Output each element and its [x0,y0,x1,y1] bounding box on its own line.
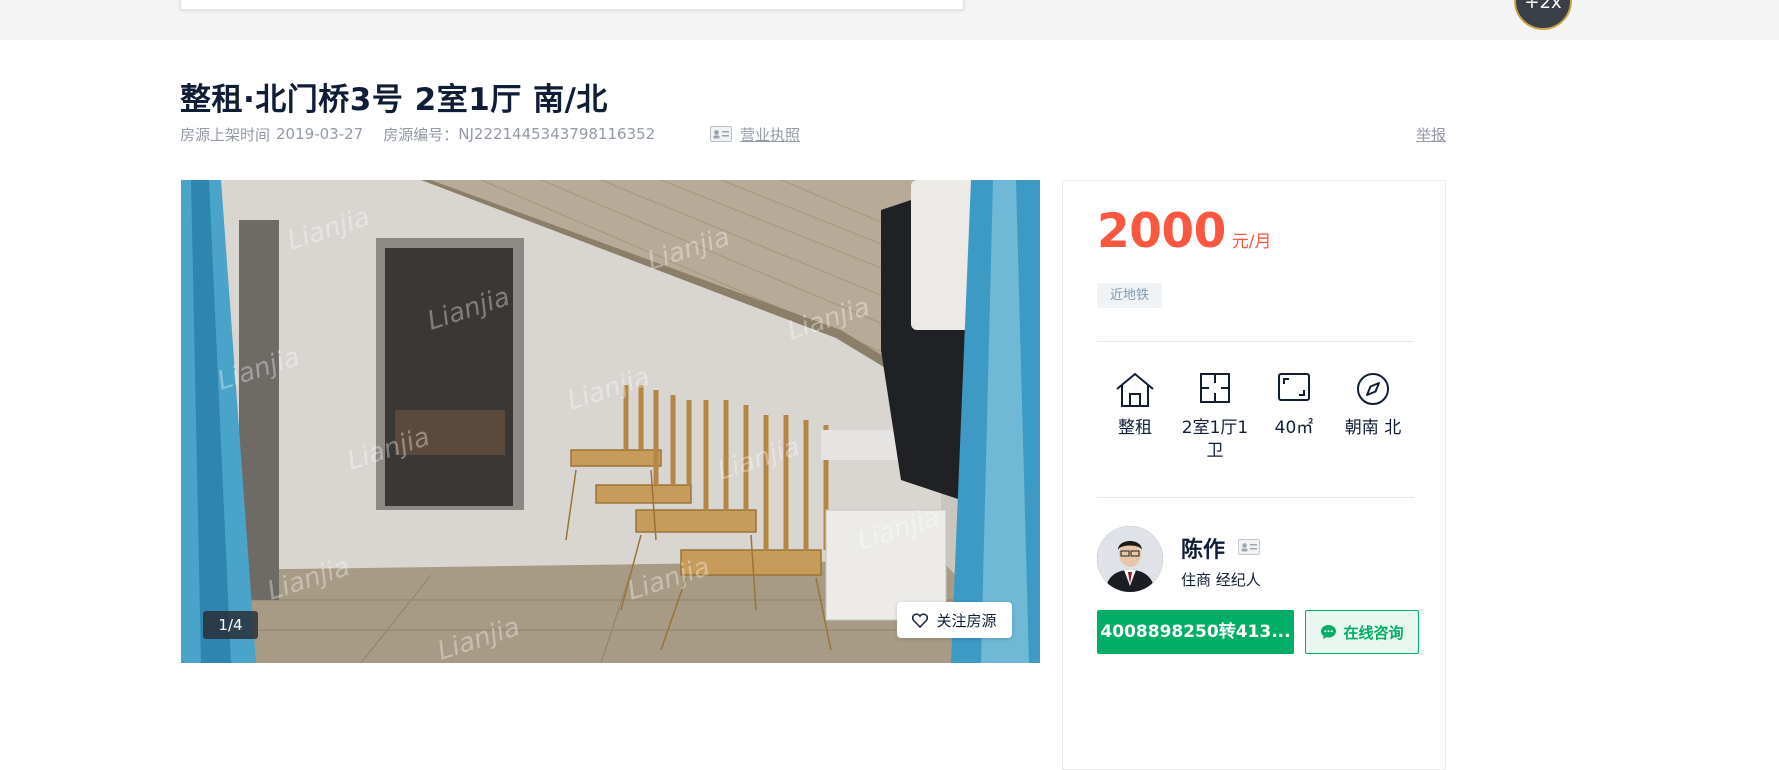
listed-date: 2019-03-27 [276,125,364,143]
agent-avatar[interactable] [1097,526,1163,592]
feature-layout: 2室1厅1卫 [1175,372,1255,463]
feature-area: 40㎡ [1254,372,1334,440]
heart-icon [912,612,929,628]
id-card-icon [710,126,732,142]
area-icon [1278,373,1310,401]
agent-photo [1097,526,1163,592]
house-icon [1116,372,1154,407]
floorplan-icon [1200,373,1230,403]
online-chat-label: 在线咨询 [1343,623,1404,642]
feature-area-label: 40㎡ [1274,418,1314,438]
feature-rent-type-label: 整租 [1118,418,1152,438]
info-panel [1062,180,1446,770]
feature-orientation: 朝南 北 [1333,372,1413,440]
business-license-label: 营业执照 [740,125,801,144]
listing-code: NJ2221445343798116352 [458,125,656,143]
tag-near-subway: 近地铁 [1097,283,1163,308]
agent-title: 住商 经纪人 [1181,571,1261,589]
price-amount: 2000 [1097,204,1226,259]
listing-meta: 房源上架时间 2019-03-27 房源编号： NJ22214453437981… [180,124,655,144]
listing-code-label: 房源编号： [383,125,459,144]
compass-icon [1357,373,1389,405]
follow-listing-label: 关注房源 [936,611,997,630]
listed-label: 房源上架时间 [180,125,271,144]
business-license-link[interactable]: 营业执照 [710,124,800,144]
follow-listing-button[interactable]: 关注房源 [897,602,1012,638]
phone-button[interactable]: 4008898250转413... [1097,610,1294,654]
feature-orientation-label: 朝南 北 [1344,418,1402,438]
page-title: 整租·北门桥3号 2室1厅 南/北 [180,82,608,118]
agent-name[interactable]: 陈作 [1181,532,1225,564]
chat-bubble-icon [1321,625,1337,639]
agent-license-icon[interactable] [1238,539,1260,555]
search-bar-card[interactable] [180,0,964,10]
listing-photo[interactable]: Lianjia Lianjia Lianjia Lianjia Lianjia … [181,180,1040,663]
price: 2000 元/月 [1097,204,1272,259]
online-chat-button[interactable]: 在线咨询 [1305,610,1419,654]
feature-rent-type: 整租 [1095,372,1175,440]
price-unit: 元/月 [1231,232,1272,252]
room-photo-illustration: Lianjia Lianjia Lianjia Lianjia Lianjia … [181,180,1040,663]
photo-counter: 1/4 [203,611,258,639]
divider [1097,341,1414,342]
feature-layout-label: 2室1厅1卫 [1181,418,1249,461]
report-link[interactable]: 举报 [1416,124,1446,145]
divider [1097,497,1414,498]
